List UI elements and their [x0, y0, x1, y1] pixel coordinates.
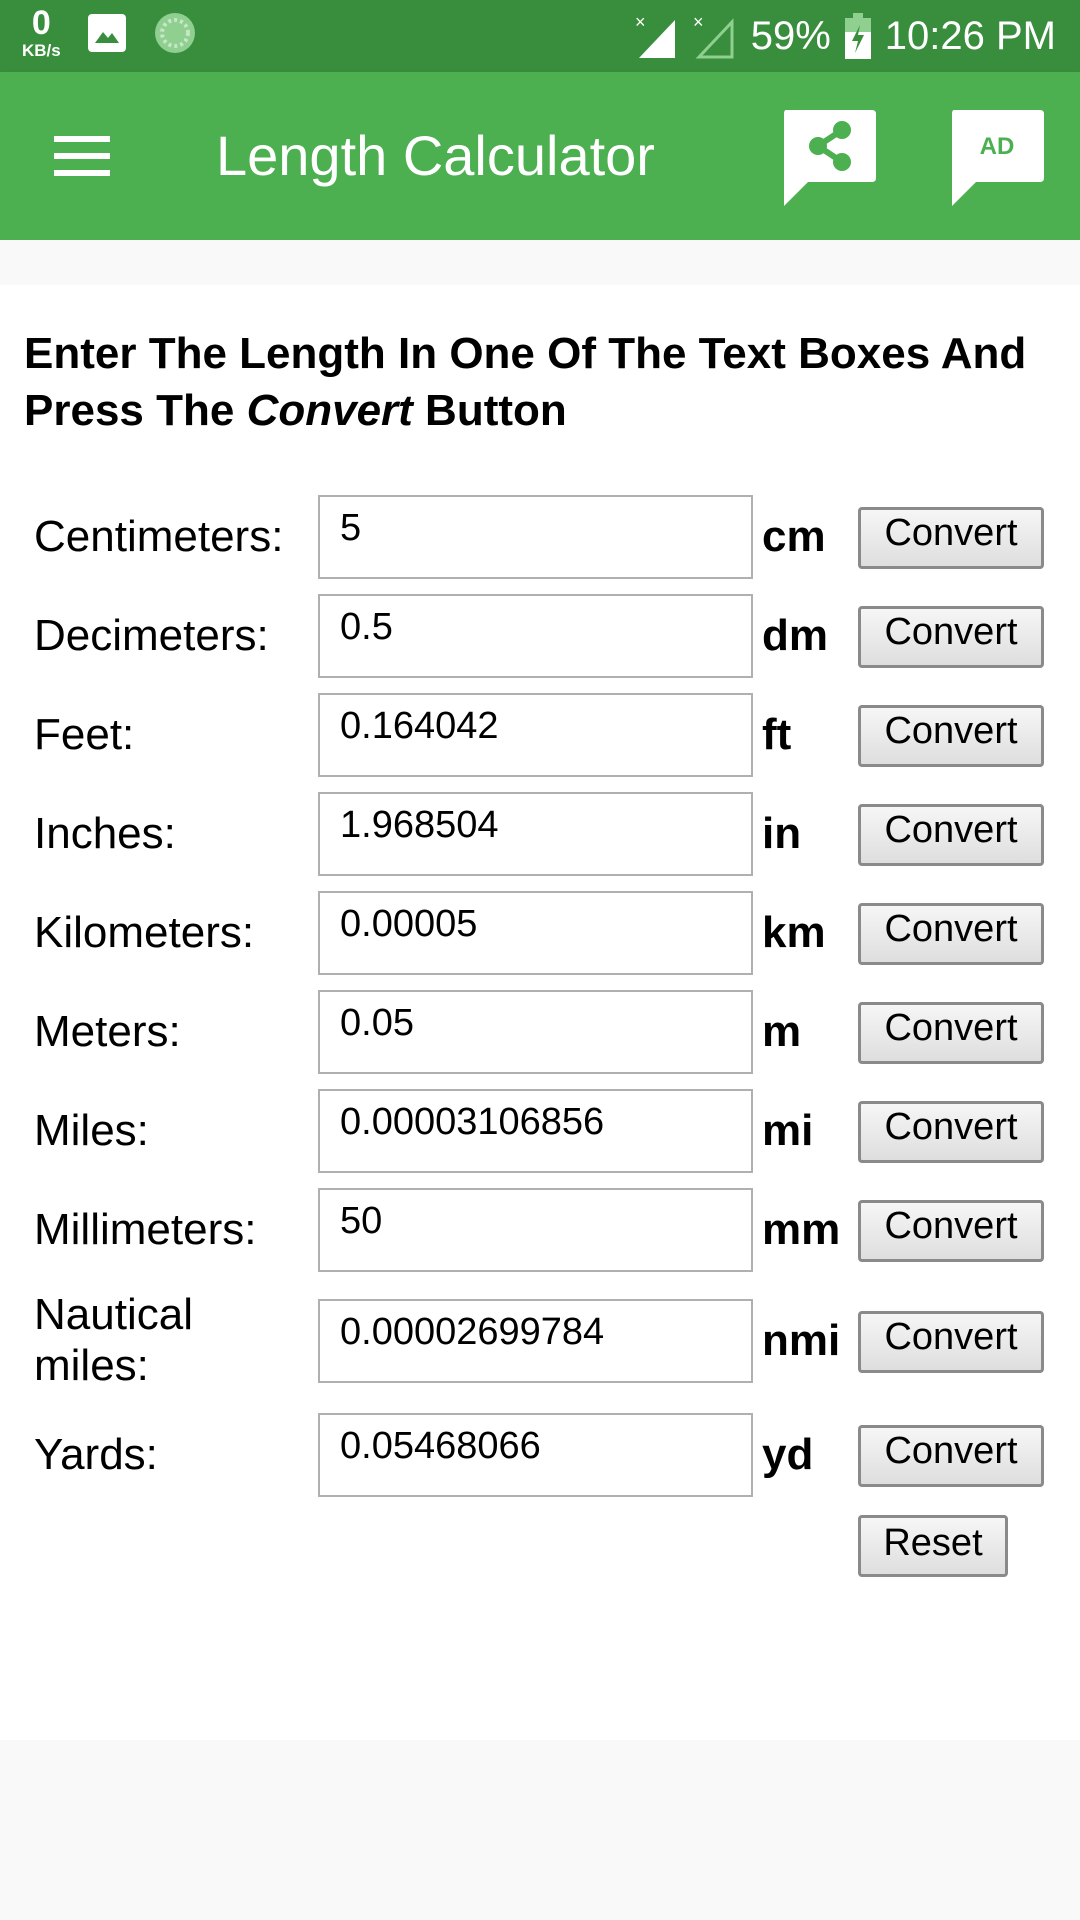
- svg-text:×: ×: [693, 12, 704, 32]
- cm-input[interactable]: [318, 495, 753, 579]
- convert-button-yd[interactable]: Convert: [858, 1425, 1044, 1487]
- nmi-input[interactable]: [318, 1299, 753, 1383]
- convert-button-mi[interactable]: Convert: [858, 1101, 1044, 1163]
- unit-abbr-m: m: [762, 1007, 802, 1056]
- dm-input[interactable]: [318, 594, 753, 678]
- unit-abbr-yd: yd: [762, 1430, 814, 1479]
- battery-charging-icon: [844, 13, 871, 59]
- conversion-row-nmi: Nautical miles: nmi Convert: [0, 1290, 1080, 1390]
- unit-abbr-mm: mm: [762, 1205, 841, 1254]
- unit-abbr-dm: dm: [762, 611, 828, 660]
- convert-button-ft[interactable]: Convert: [858, 705, 1044, 767]
- yd-input[interactable]: [318, 1413, 753, 1497]
- instructions-text-2: Button: [412, 386, 567, 435]
- signal-no-sim-icon: ×: [635, 12, 675, 58]
- in-input[interactable]: [318, 792, 753, 876]
- unit-label-mm: Millimeters:: [34, 1204, 257, 1254]
- conversion-row-ft: Feet: ft Convert: [0, 693, 1080, 777]
- clock: 10:26 PM: [884, 13, 1056, 58]
- status-bar: 0 KB/s × × 59% 10:26 PM: [0, 0, 1080, 72]
- unit-abbr-km: km: [762, 908, 826, 957]
- conversion-row-m: Meters: m Convert: [0, 990, 1080, 1074]
- conversion-row-dm: Decimeters: dm Convert: [0, 594, 1080, 678]
- ad-icon[interactable]: AD: [948, 108, 1046, 206]
- convert-button-km[interactable]: Convert: [858, 903, 1044, 965]
- unit-abbr-cm: cm: [762, 512, 826, 561]
- conversion-row-km: Kilometers: km Convert: [0, 891, 1080, 975]
- unit-label-mi: Miles:: [34, 1105, 149, 1155]
- m-input[interactable]: [318, 990, 753, 1074]
- share-icon[interactable]: [780, 108, 878, 206]
- svg-text:×: ×: [635, 12, 646, 32]
- unit-label-yd: Yards:: [34, 1429, 158, 1479]
- unit-label-km: Kilometers:: [34, 907, 255, 957]
- app-title: Length Calculator: [216, 124, 655, 187]
- unit-label-in: Inches:: [34, 808, 176, 858]
- conversion-row-yd: Yards: yd Convert: [0, 1413, 1080, 1497]
- reset-button[interactable]: Reset: [858, 1515, 1008, 1577]
- toolbar-spacer: [0, 240, 1080, 285]
- conversion-row-mi: Miles: mi Convert: [0, 1089, 1080, 1173]
- unit-abbr-mi: mi: [762, 1106, 814, 1155]
- conversion-row-cm: Centimeters: cm Convert: [0, 495, 1080, 579]
- app-toolbar: Length Calculator AD: [0, 72, 1080, 240]
- network-speed-value: 0: [31, 4, 51, 42]
- convert-button-dm[interactable]: Convert: [858, 606, 1044, 668]
- convert-button-cm[interactable]: Convert: [858, 507, 1044, 569]
- battery-percent: 59%: [750, 13, 831, 58]
- conversion-row-in: Inches: in Convert: [0, 792, 1080, 876]
- network-speed-unit: KB/s: [22, 41, 61, 60]
- signal-empty-icon: ×: [693, 12, 734, 59]
- convert-button-in[interactable]: Convert: [858, 804, 1044, 866]
- unit-label-cm: Centimeters:: [34, 511, 284, 561]
- instructions-emphasis: Convert: [246, 386, 413, 435]
- convert-button-mm[interactable]: Convert: [858, 1200, 1044, 1262]
- conversion-row-mm: Millimeters: mm Convert: [0, 1188, 1080, 1272]
- ad-label: AD: [980, 133, 1015, 160]
- gallery-icon: [87, 13, 126, 52]
- network-speed: 0 KB/s: [22, 6, 61, 59]
- instructions-heading: Enter The Length In One Of The Text Boxe…: [24, 325, 1064, 439]
- unit-abbr-nmi: nmi: [762, 1316, 841, 1365]
- hamburger-menu-icon[interactable]: [54, 136, 112, 176]
- unit-label-m: Meters:: [34, 1006, 181, 1056]
- ft-input[interactable]: [318, 693, 753, 777]
- unit-label-ft: Feet:: [34, 709, 135, 759]
- convert-button-m[interactable]: Convert: [858, 1002, 1044, 1064]
- km-input[interactable]: [318, 891, 753, 975]
- unit-label-nmi: Nautical miles:: [34, 1290, 193, 1390]
- mi-input[interactable]: [318, 1089, 753, 1173]
- unit-abbr-in: in: [762, 809, 802, 858]
- unit-abbr-ft: ft: [762, 710, 792, 759]
- convert-button-nmi[interactable]: Convert: [858, 1311, 1044, 1373]
- mm-input[interactable]: [318, 1188, 753, 1272]
- calculator-content: Enter The Length In One Of The Text Boxe…: [0, 285, 1080, 1740]
- unit-label-dm: Decimeters:: [34, 610, 269, 660]
- sync-icon: [154, 12, 195, 53]
